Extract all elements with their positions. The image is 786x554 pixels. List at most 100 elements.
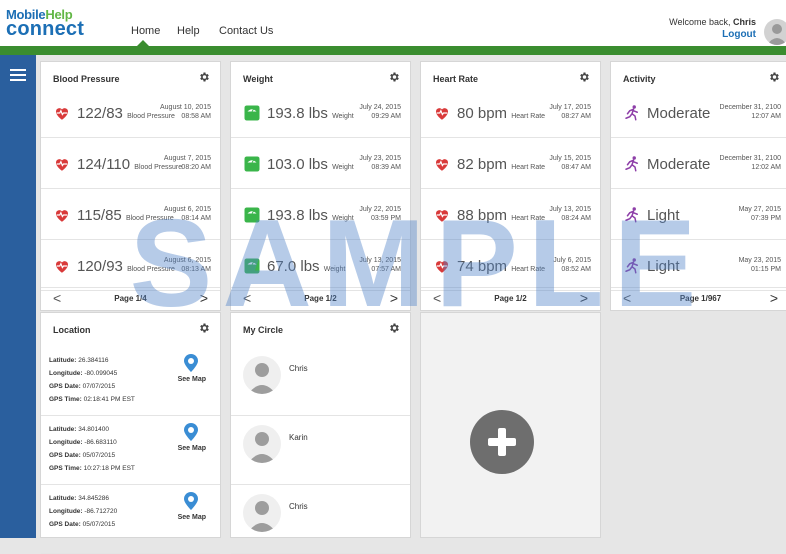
next-page-button[interactable]: > [390,290,398,306]
prev-page-button[interactable]: < [623,290,631,306]
gps-date-value: 05/07/2015 [82,452,116,459]
see-map-link[interactable]: See Map [178,376,206,383]
reading-row[interactable]: Light May 23, 2015 01:15 PM [611,240,786,291]
member-name: Karin [289,433,308,442]
scale-icon [243,104,261,122]
scale-icon [243,155,261,173]
reading-row[interactable]: 115/85 Blood Pressure August 6, 2015 08:14… [41,189,220,240]
map-pin-icon[interactable] [184,423,198,441]
gps-lon-label: Longitude: [49,370,83,377]
reading-row[interactable]: 80 bpm Heart Rate July 17, 2015 08:27 AM [421,87,600,138]
reading-number: Moderate [647,105,711,122]
blood-pressure-card: Blood Pressure 122/83 Blood Pressure Augus… [40,61,221,311]
gps-time-label: GPS Time: [49,396,82,403]
reading-row[interactable]: Light May 27, 2015 07:39 PM [611,189,786,240]
gear-icon[interactable] [578,71,590,83]
nav-contact-us[interactable]: Contact Us [219,25,273,37]
reading-row[interactable]: 88 bpm Heart Rate July 13, 2015 08:24 AM [421,189,600,240]
reading-number: Moderate [647,156,711,173]
next-page-button[interactable]: > [580,290,588,306]
mobilehelp-logo[interactable]: MobileHelp connect [6,8,84,39]
next-page-button[interactable]: > [770,290,778,306]
reading-value: 103.0 lbs Weight [267,156,354,173]
gear-icon[interactable] [198,322,210,334]
reading-timestamp: July 13, 2015 07:57 AM [359,256,401,274]
reading-number: 122/83 [77,105,123,122]
gps-date: GPS Date: 05/07/2015 [49,521,115,528]
map-pin-icon[interactable] [184,354,198,372]
reading-unit: Weight [332,215,354,222]
reading-number: 193.8 lbs [267,207,328,224]
circle-member[interactable]: Karin [231,416,410,485]
reading-row[interactable]: 74 bpm Heart Rate July 6, 2015 08:52 AM [421,240,600,291]
heart-icon [433,155,451,173]
reading-timestamp: August 6, 2015 08:13 AM [164,256,211,274]
reading-timestamp: July 22, 2015 03:59 PM [359,205,401,223]
reading-row[interactable]: 193.8 lbs Weight July 24, 2015 09:29 AM [231,87,410,138]
prev-page-button[interactable]: < [433,290,441,306]
prev-page-button[interactable]: < [53,290,61,306]
reading-value: 193.8 lbs Weight [267,207,354,224]
reading-timestamp: August 6, 2015 08:14 AM [164,205,211,223]
reading-row[interactable]: Moderate December 31, 2100 12:07 AM [611,87,786,138]
gps-date: GPS Date: 07/07/2015 [49,383,115,390]
reading-time: 09:29 AM [371,113,401,120]
circle-member[interactable]: Chris [231,347,410,416]
nav-help[interactable]: Help [177,25,200,37]
pager: Page 1/2 < > [231,287,410,310]
gear-icon[interactable] [388,71,400,83]
card-title: Blood Pressure [53,74,120,84]
gps-lat-label: Latitude: [49,357,77,364]
reading-number: 80 bpm [457,105,508,122]
reading-row[interactable]: 82 bpm Heart Rate July 15, 2015 08:47 AM [421,138,600,189]
heart-icon [53,155,71,173]
prev-page-button[interactable]: < [243,290,251,306]
map-pin-icon[interactable] [184,492,198,510]
reading-number: 67.0 lbs [267,258,320,275]
reading-time: 07:39 PM [751,215,781,222]
reading-row[interactable]: 193.8 lbs Weight July 22, 2015 03:59 PM [231,189,410,240]
reading-row[interactable]: 124/110 Blood Pressure August 7, 2015 08:2… [41,138,220,189]
reading-time: 08:27 AM [561,113,591,120]
member-avatar-icon [243,425,281,463]
card-title: Activity [623,74,656,84]
location-title: Location [53,325,91,335]
reading-timestamp: July 24, 2015 09:29 AM [359,103,401,121]
logo-connect: connect [6,18,85,40]
gear-icon[interactable] [198,71,210,83]
gps-lon: Longitude: -80.099045 [49,370,117,377]
gps-lon-value: -80.099045 [84,370,118,377]
reading-time: 03:59 PM [371,215,401,222]
hamburger-menu-icon[interactable] [10,69,26,81]
reading-value: 74 bpm Heart Rate [457,258,545,275]
gear-icon[interactable] [388,322,400,334]
logout-link[interactable]: Logout [722,29,756,40]
heart-icon [53,206,71,224]
reading-row[interactable]: 67.0 lbs Weight July 13, 2015 07:57 AM [231,240,410,291]
reading-date: July 24, 2015 [359,104,401,111]
see-map-link[interactable]: See Map [178,445,206,452]
reading-time: 08:14 AM [181,215,211,222]
reading-date: July 15, 2015 [549,155,591,162]
nav-home[interactable]: Home [131,25,160,37]
reading-timestamp: July 13, 2015 08:24 AM [549,205,591,223]
gps-date-value: 07/07/2015 [82,383,116,390]
see-map-link[interactable]: See Map [178,514,206,521]
reading-unit: Heart Rate [511,266,546,273]
next-page-button[interactable]: > [200,290,208,306]
reading-row[interactable]: Moderate December 31, 2100 12:02 AM [611,138,786,189]
reading-date: December 31, 2100 [719,104,781,111]
reading-time: 12:02 AM [751,164,781,171]
runner-icon [623,257,641,275]
add-widget-button[interactable] [470,410,534,474]
reading-value: 88 bpm Heart Rate [457,207,545,224]
reading-row[interactable]: 103.0 lbs Weight July 23, 2015 08:39 AM [231,138,410,189]
heart-icon [433,206,451,224]
reading-timestamp: May 23, 2015 01:15 PM [739,256,781,274]
reading-row[interactable]: 122/83 Blood Pressure August 10, 2015 08:5… [41,87,220,138]
user-avatar[interactable] [764,19,786,45]
circle-member[interactable]: Chris [231,485,410,554]
gear-icon[interactable] [768,71,780,83]
reading-row[interactable]: 120/93 Blood Pressure August 6, 2015 08:13… [41,240,220,291]
member-name: Chris [289,364,308,373]
